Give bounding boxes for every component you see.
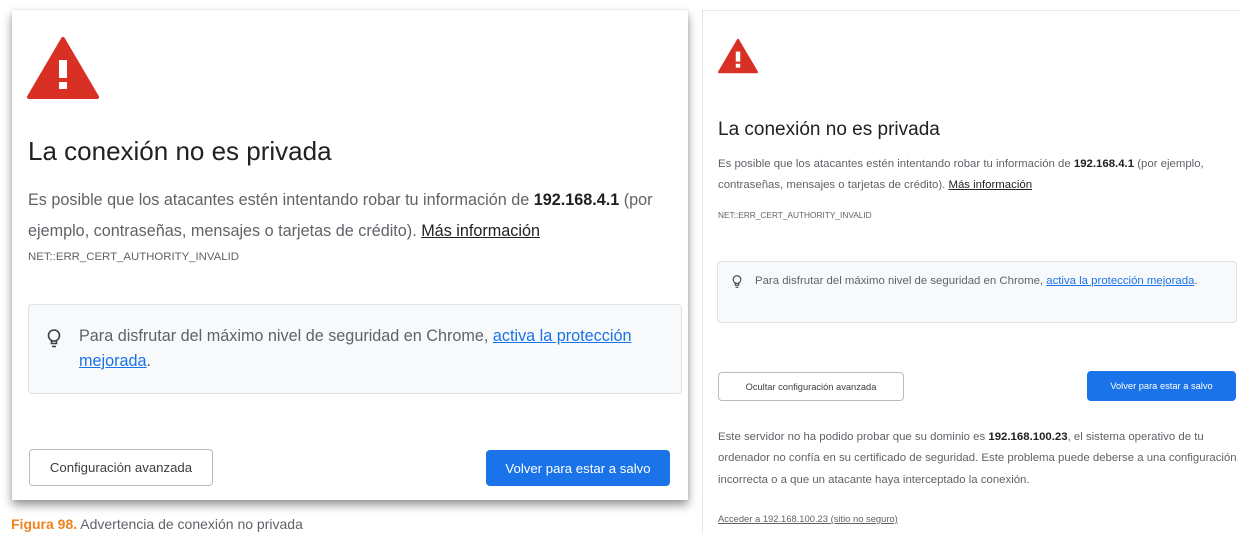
error-code: NET::ERR_CERT_AUTHORITY_INVALID (28, 251, 239, 263)
lightbulb-icon (732, 275, 742, 288)
page-title: La conexión no es privada (718, 119, 940, 140)
error-description: Es posible que los atacantes estén inten… (28, 191, 653, 240)
advanced-settings-button[interactable]: Configuración avanzada (29, 449, 213, 486)
back-to-safety-button[interactable]: Volver para estar a salvo (486, 450, 670, 486)
more-info-link[interactable]: Más información (421, 222, 540, 240)
more-info-link[interactable]: Más información (948, 179, 1032, 191)
page-title: La conexión no es privada (28, 136, 332, 166)
figure-caption: Figura 98. Advertencia de conexión no pr… (11, 515, 303, 533)
host-address: 192.168.4.1 (1073, 158, 1135, 170)
tip-text: Para disfrutar del máximo nivel de segur… (755, 275, 1198, 287)
proceed-unsafe-link[interactable]: Acceder a 192.168.100.23 (sitio no segur… (718, 513, 898, 524)
warning-triangle-icon (718, 38, 758, 74)
privacy-error-page-right: La conexión no es privada Es posible que… (702, 10, 1240, 533)
error-code: NET::ERR_CERT_AUTHORITY_INVALID (718, 210, 872, 220)
advanced-details-text: Este servidor no ha podido probar que su… (718, 431, 1237, 486)
privacy-error-page-left: La conexión no es privada Es posible que… (12, 10, 688, 500)
back-to-safety-button[interactable]: Volver para estar a salvo (1087, 371, 1236, 401)
figure-label: Figura 98. (11, 516, 78, 532)
enhanced-protection-link[interactable]: activa la protección mejorada (1046, 275, 1194, 287)
enhanced-protection-tip: Para disfrutar del máximo nivel de segur… (717, 261, 1237, 323)
figure-caption-text: Advertencia de conexión no privada (77, 516, 303, 532)
hide-advanced-settings-button[interactable]: Ocultar configuración avanzada (718, 372, 904, 401)
tip-text: Para disfrutar del máximo nivel de segur… (79, 327, 632, 370)
lightbulb-icon (47, 329, 61, 348)
host-address: 192.168.4.1 (533, 191, 620, 209)
server-domain: 192.168.100.23 (988, 431, 1068, 443)
enhanced-protection-tip: Para disfrutar del máximo nivel de segur… (28, 304, 682, 394)
error-description: Es posible que los atacantes estén inten… (718, 158, 1204, 191)
warning-triangle-icon (27, 37, 99, 99)
